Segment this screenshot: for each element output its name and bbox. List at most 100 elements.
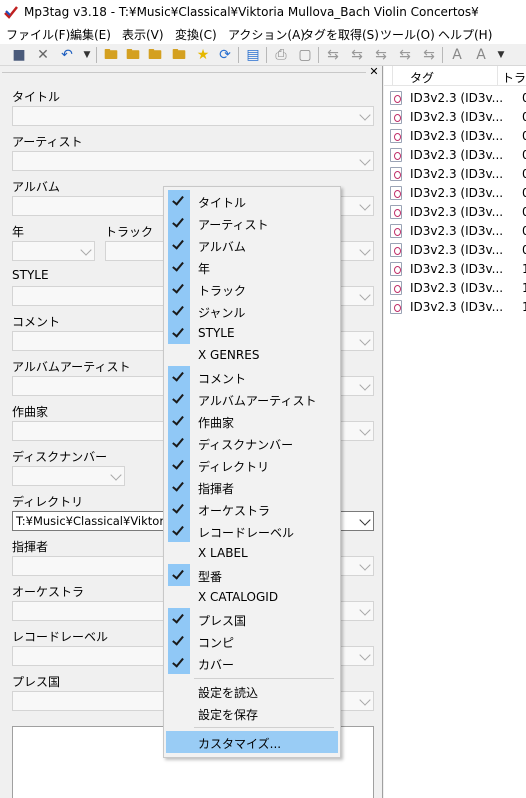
column-menu-item[interactable]: 指揮者 [166, 476, 338, 498]
mp3-file-icon [390, 205, 402, 219]
column-menu-item[interactable]: オーケストラ [166, 498, 338, 520]
mp3-file-icon [390, 129, 402, 143]
column-menu-item[interactable]: トラック [166, 278, 338, 300]
column-menu-item[interactable]: X GENRES [166, 344, 338, 366]
column-menu-item[interactable]: 型番 [166, 564, 338, 586]
open-folder-icon[interactable]: 🖿 [146, 46, 164, 64]
refresh-icon[interactable]: ⟳ [216, 46, 234, 64]
file-row[interactable]: ID3v2.3 (ID3v... 0 [388, 89, 526, 108]
filename-to-tag-icon[interactable]: ⇆ [348, 46, 366, 64]
menu-action[interactable]: アクション(A) [228, 26, 305, 43]
column-menu-item[interactable]: アーティスト [166, 212, 338, 234]
undo-icon[interactable]: ↶ [58, 46, 76, 64]
title-combobox[interactable] [12, 106, 374, 126]
menu-file[interactable]: ファイル(F) [6, 26, 70, 43]
mp3-file-icon [390, 281, 402, 295]
column-header-tag[interactable]: タグ [410, 69, 434, 86]
column-menu-item[interactable]: コンピ [166, 630, 338, 652]
year-combobox[interactable] [12, 241, 95, 261]
track-cell: 0 [522, 148, 526, 162]
column-menu-item[interactable]: X CATALOGID [166, 586, 338, 608]
mp3-file-icon [390, 224, 402, 238]
menu-edit[interactable]: 編集(E) [70, 26, 111, 43]
menu-get-tags[interactable]: タグを取得(S) [302, 26, 379, 43]
column-menu-item[interactable]: コメント [166, 366, 338, 388]
column-menu-label: 年 [198, 262, 211, 276]
list-icon[interactable]: ▤ [244, 46, 262, 64]
column-menu-item[interactable]: レコードレーベル [166, 520, 338, 542]
tag-to-filename-icon[interactable]: ⇆ [324, 46, 342, 64]
tag-cell: ID3v2.3 (ID3v... [410, 243, 504, 257]
checkmark-icon [168, 212, 190, 234]
save-settings-item[interactable]: 設定を保存 [166, 702, 338, 724]
menu-convert[interactable]: 変換(C) [175, 26, 217, 43]
column-menu-item[interactable]: 年 [166, 256, 338, 278]
column-menu-label: ディレクトリ [198, 460, 270, 474]
file-list: タグ トラッ ID3v2.3 (ID3v...0ID3v2.3 (ID3v...… [384, 66, 526, 798]
text-to-tag-icon[interactable]: ⇆ [372, 46, 390, 64]
file-row[interactable]: ID3v2.3 (ID3v... 0 [388, 184, 526, 203]
track-cell: 0 [522, 186, 526, 200]
file-row[interactable]: ID3v2.3 (ID3v... 0 [388, 108, 526, 127]
column-menu-label: タイトル [198, 196, 247, 210]
save-icon[interactable]: ■ [10, 46, 28, 64]
checkmark-icon [168, 564, 190, 586]
column-menu-item[interactable]: プレス国 [166, 608, 338, 630]
file-row[interactable]: ID3v2.3 (ID3v... 0 [388, 165, 526, 184]
column-separator[interactable] [497, 66, 498, 86]
file-row[interactable]: ID3v2.3 (ID3v... 0 [388, 127, 526, 146]
column-menu-item[interactable]: タイトル [166, 190, 338, 212]
remove-tag-icon[interactable]: ✕ [34, 46, 52, 64]
column-menu-item[interactable]: STYLE [166, 322, 338, 344]
column-menu-item[interactable]: ディスクナンバー [166, 432, 338, 454]
column-menu-label: ジャンル [198, 306, 246, 320]
dropdown-icon[interactable]: ▼ [78, 46, 96, 64]
load-settings-item[interactable]: 設定を読込 [166, 680, 338, 702]
freedb-icon[interactable]: ⇆ [420, 46, 438, 64]
menu-help[interactable]: ヘルプ(H) [438, 26, 492, 43]
add-directory-icon[interactable]: 🖿 [102, 46, 120, 64]
menu-tools[interactable]: ツール(O) [380, 26, 435, 43]
menu-view[interactable]: 表示(V) [122, 26, 164, 43]
disc-number-combobox[interactable] [12, 466, 125, 486]
star-icon[interactable]: ★ [194, 46, 212, 64]
customize-item[interactable]: カスタマイズ... [166, 731, 338, 753]
column-menu-item[interactable]: ディレクトリ [166, 454, 338, 476]
file-row[interactable]: ID3v2.3 (ID3v... 0 [388, 146, 526, 165]
close-icon[interactable]: ✕ [368, 66, 380, 78]
column-menu-label: X CATALOGID [198, 590, 279, 604]
favorites-icon[interactable]: 🖿 [170, 46, 188, 64]
artist-combobox[interactable] [12, 151, 374, 171]
file-row[interactable]: ID3v2.3 (ID3v... 0 [388, 222, 526, 241]
column-menu-item[interactable]: ジャンル [166, 300, 338, 322]
dropdown-icon[interactable]: ▼ [492, 46, 510, 64]
file-row[interactable]: ID3v2.3 (ID3v... 1 [388, 260, 526, 279]
column-menu-label: 型番 [198, 570, 223, 584]
column-header-track[interactable]: トラッ [502, 69, 526, 86]
column-menu-item[interactable]: X LABEL [166, 542, 338, 564]
mp3-file-icon [390, 148, 402, 162]
file-row[interactable]: ID3v2.3 (ID3v... 1 [388, 279, 526, 298]
tag-cell: ID3v2.3 (ID3v... [410, 300, 504, 314]
font-icon[interactable]: A [472, 46, 490, 64]
file-row[interactable]: ID3v2.3 (ID3v... 1 [388, 298, 526, 317]
chevron-down-icon [110, 469, 122, 481]
column-menu-item[interactable]: カバー [166, 652, 338, 674]
column-menu-item[interactable]: アルバム [166, 234, 338, 256]
add-folder-icon[interactable]: 🖿 [124, 46, 142, 64]
file-row[interactable]: ID3v2.3 (ID3v... 0 [388, 203, 526, 222]
tag-to-tag-icon[interactable]: ⇆ [396, 46, 414, 64]
print-icon[interactable]: ⎙ [272, 46, 290, 64]
checkmark-icon [168, 366, 190, 388]
column-context-menu: タイトルアーティスト アルバム年トラックジャンル STYLE X GENRES コメント… [163, 186, 341, 758]
file-row[interactable]: ID3v2.3 (ID3v... 0 [388, 241, 526, 260]
column-menu-item[interactable]: アルバムアーティスト [166, 388, 338, 410]
checkmark-icon [168, 476, 190, 498]
record-label-label: レコードレーベル [12, 630, 109, 644]
checkmark-icon [168, 388, 190, 410]
column-menu-item[interactable]: 作曲家 [166, 410, 338, 432]
customize-label: カスタマイズ... [198, 737, 282, 751]
export-icon[interactable]: ▢ [296, 46, 314, 64]
case-conversion-icon[interactable]: A [448, 46, 466, 64]
chevron-down-icon [359, 154, 371, 166]
